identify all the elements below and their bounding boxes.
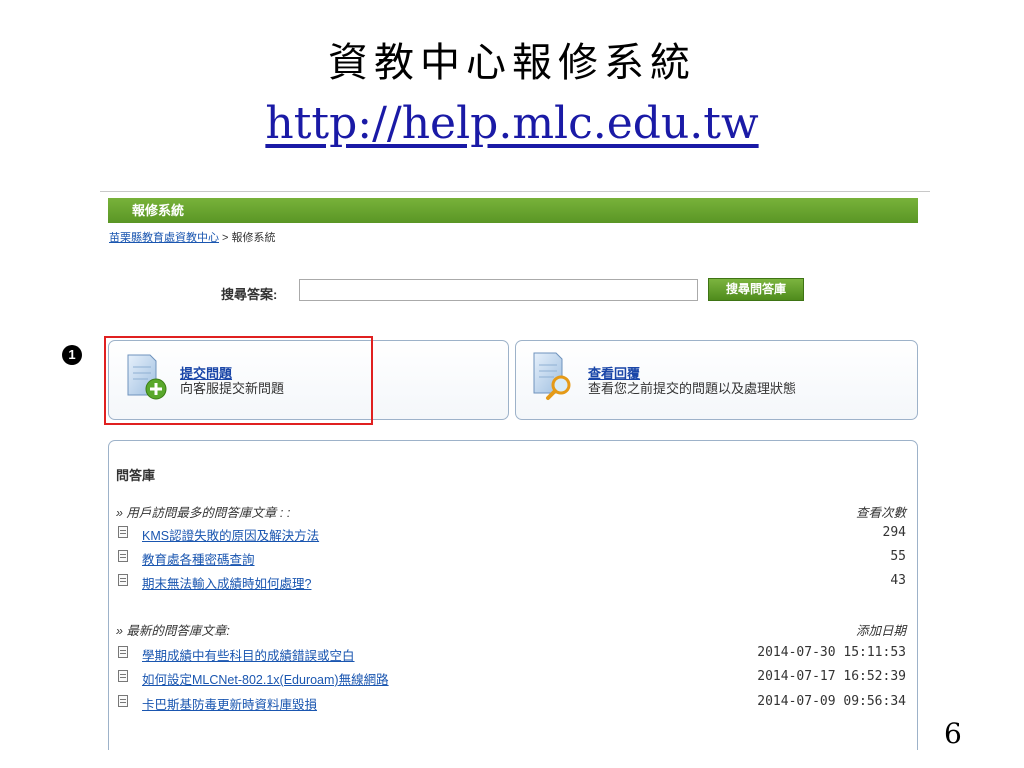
step-marker: 1 [62, 345, 82, 365]
added-date: 2014-07-09 09:56:34 [757, 694, 906, 709]
latest-heading: » 最新的問答庫文章: [116, 624, 230, 638]
search-button[interactable]: 搜尋問答庫 [708, 278, 804, 301]
latest-article-link[interactable]: 學期成績中有些科目的成績錯誤或空白 [142, 645, 355, 664]
popular-article-link[interactable]: 期末無法輸入成績時如何處理? [142, 573, 311, 592]
document-icon [118, 550, 128, 562]
faq-title: 問答庫 [116, 468, 156, 483]
document-icon [118, 670, 128, 682]
document-icon [118, 646, 128, 658]
added-date: 2014-07-30 15:11:53 [757, 645, 906, 660]
latest-article-link[interactable]: 如何設定MLCNet-802.1x(Eduroam)無線網路 [142, 669, 389, 688]
search-label: 搜尋答案: [221, 287, 278, 302]
app-header: 報修系統 [108, 198, 918, 223]
added-date: 2014-07-17 16:52:39 [757, 669, 906, 684]
breadcrumb-current: > 報修系統 [219, 232, 276, 244]
highlight-box [104, 336, 373, 425]
breadcrumb-home-link[interactable]: 苗栗縣教育處資教中心 [109, 232, 219, 244]
popular-heading: » 用戶訪問最多的問答庫文章 : : [116, 506, 291, 520]
view-count: 55 [890, 549, 906, 564]
popular-article-link[interactable]: KMS認證失敗的原因及解決方法 [142, 525, 319, 544]
document-icon [118, 695, 128, 707]
view-replies-desc: 查看您之前提交的問題以及處理狀態 [588, 381, 797, 396]
views-column-header: 查看次數 [855, 506, 906, 520]
document-icon [118, 574, 128, 586]
slide-title: 資教中心報修系統 [328, 40, 696, 86]
view-count: 43 [890, 573, 906, 588]
latest-article-link[interactable]: 卡巴斯基防毒更新時資料庫毀損 [142, 694, 317, 713]
slide-url: http://help.mlc.edu.tw [0, 98, 1024, 149]
breadcrumb: 苗栗縣教育處資教中心 > 報修系統 [109, 229, 276, 245]
page-number: 6 [944, 717, 962, 750]
date-column-header: 添加日期 [855, 624, 906, 638]
popular-article-link[interactable]: 教育處各種密碼查詢 [142, 549, 255, 568]
url-link[interactable]: http://help.mlc.edu.tw [265, 98, 758, 149]
view-count: 294 [882, 525, 906, 540]
top-divider [100, 191, 930, 192]
search-input[interactable] [299, 279, 698, 301]
document-search-icon [533, 352, 571, 400]
document-icon [118, 526, 128, 538]
